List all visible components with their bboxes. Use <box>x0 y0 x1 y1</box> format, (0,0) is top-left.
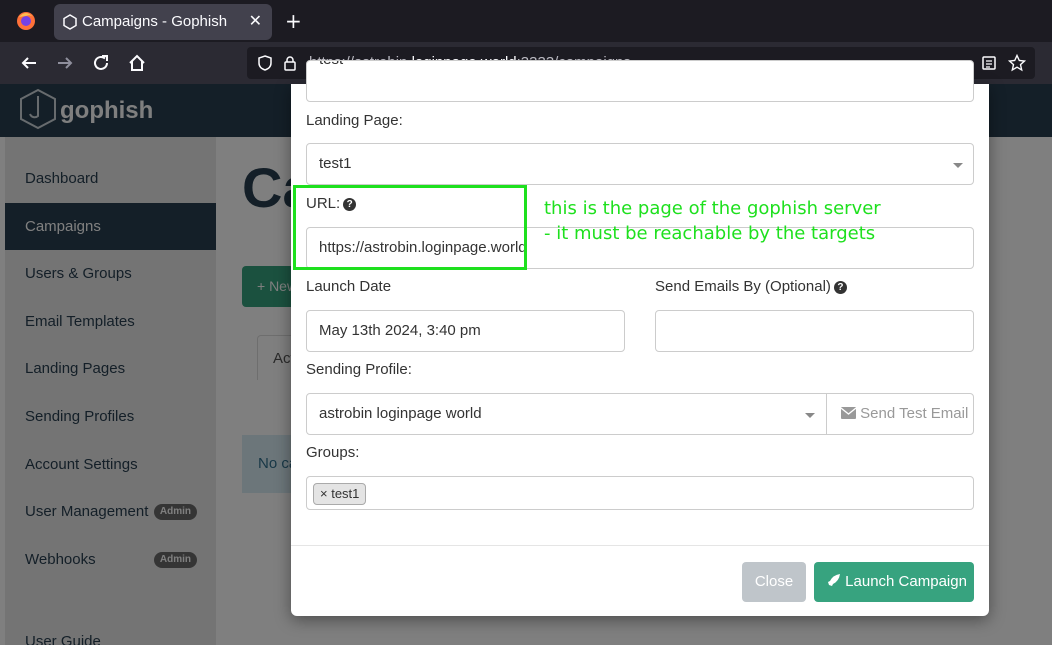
home-icon[interactable] <box>126 52 148 74</box>
browser-tabbar: Campaigns - Gophish ✕ + <box>0 0 1052 42</box>
forward-icon[interactable] <box>54 52 76 74</box>
tab-title: Campaigns - Gophish <box>82 13 228 30</box>
tag-remove-icon[interactable]: × <box>320 486 328 501</box>
sending-profile-value: astrobin loginpage world <box>319 405 482 422</box>
shield-icon[interactable] <box>257 55 273 71</box>
reload-icon[interactable] <box>90 52 112 74</box>
landing-page-label: Landing Page: <box>306 112 403 129</box>
send-by-label-text: Send Emails By (Optional) <box>655 278 831 295</box>
send-test-email-button[interactable]: Send Test Email <box>826 394 974 434</box>
launch-campaign-label: Launch Campaign <box>845 573 967 590</box>
lock-icon[interactable] <box>282 55 298 71</box>
send-by-label: Send Emails By (Optional)? <box>655 278 847 295</box>
modal-footer-divider <box>291 545 989 546</box>
browser-tab-active[interactable]: Campaigns - Gophish ✕ <box>54 4 272 40</box>
chevron-down-icon <box>805 413 815 418</box>
launch-date-label: Launch Date <box>306 278 392 295</box>
gophish-favicon-icon <box>63 14 77 30</box>
bookmark-star-icon[interactable] <box>1008 54 1026 72</box>
landing-page-select[interactable]: test1 <box>306 143 974 185</box>
reader-view-icon[interactable] <box>981 55 997 71</box>
firefox-icon[interactable] <box>16 11 36 31</box>
landing-page-value: test1 <box>319 155 352 172</box>
group-tag-label: test1 <box>331 486 360 501</box>
envelope-icon <box>840 407 857 419</box>
tab-close-icon[interactable]: ✕ <box>249 11 262 30</box>
email-template-select[interactable]: test <box>306 60 974 102</box>
annotation-highlight-box <box>293 185 527 270</box>
rocket-icon <box>828 574 840 586</box>
groups-label: Groups: <box>306 444 360 461</box>
groups-input[interactable] <box>306 476 974 510</box>
chevron-down-icon <box>953 163 963 168</box>
new-campaign-modal: test Landing Page: test1 URL:? https://a… <box>291 60 989 616</box>
email-template-value: test <box>319 61 343 68</box>
back-icon[interactable] <box>18 52 40 74</box>
send-test-email-label: Send Test Email <box>860 405 969 422</box>
new-tab-icon[interactable]: + <box>285 9 302 33</box>
annotation-line-2: - it must be reachable by the targets <box>544 223 876 244</box>
send-by-input[interactable] <box>655 310 974 352</box>
launch-date-value: May 13th 2024, 3:40 pm <box>319 322 481 339</box>
annotation-text: this is the page of the gophish server -… <box>544 196 881 246</box>
close-button[interactable]: Close <box>742 562 806 602</box>
sending-profile-label: Sending Profile: <box>306 361 412 378</box>
launch-campaign-button[interactable]: Launch Campaign <box>814 562 974 602</box>
help-icon[interactable]: ? <box>833 281 847 294</box>
launch-date-input[interactable]: May 13th 2024, 3:40 pm <box>306 310 625 352</box>
group-tag[interactable]: × test1 <box>313 483 367 505</box>
annotation-line-1: this is the page of the gophish server <box>544 198 881 219</box>
